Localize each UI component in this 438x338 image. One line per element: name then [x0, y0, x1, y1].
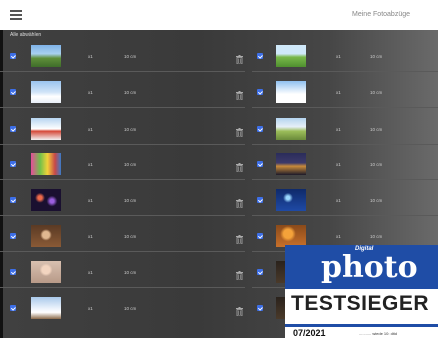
photo-size: 10 cm: [370, 90, 383, 95]
photo-size: 10 cm: [370, 198, 383, 203]
photo-thumbnail[interactable]: [31, 297, 61, 319]
photo-thumbnail[interactable]: [31, 189, 61, 211]
photo-quantity: x1: [336, 234, 341, 239]
photo-size: 10 cm: [124, 306, 137, 311]
photo-thumbnail[interactable]: [31, 153, 61, 175]
row-separator: [252, 107, 438, 108]
badge-issue: 07/2021: [293, 328, 326, 338]
row-separator: [0, 251, 245, 252]
photo-size: 10 cm: [124, 127, 137, 132]
row-separator: [0, 179, 245, 180]
row-checkbox[interactable]: [10, 126, 16, 132]
photo-quantity: x1: [336, 90, 341, 95]
photo-size: 10 cm: [124, 54, 137, 59]
row-checkbox[interactable]: [257, 269, 263, 275]
photo-size: 10 cm: [124, 162, 137, 167]
row-checkbox[interactable]: [10, 269, 16, 275]
trash-icon[interactable]: [236, 303, 243, 317]
badge-headline: TESTSIEGER: [291, 292, 430, 315]
trash-icon[interactable]: [236, 195, 243, 209]
row-checkbox[interactable]: [257, 197, 263, 203]
trash-icon[interactable]: [236, 87, 243, 101]
photo-quantity: x1: [88, 234, 93, 239]
trash-icon[interactable]: [236, 267, 243, 281]
photo-thumbnail[interactable]: [276, 189, 306, 211]
trash-icon[interactable]: [236, 124, 243, 138]
photo-size: 10 cm: [124, 234, 137, 239]
photo-quantity: x1: [88, 270, 93, 275]
photo-thumbnail[interactable]: [31, 225, 61, 247]
trash-icon[interactable]: [236, 51, 243, 65]
page-title: Meine Fotoabzüge: [352, 11, 410, 18]
testsieger-badge: Digital photo TESTSIEGER 07/2021 .......…: [285, 245, 438, 338]
row-checkbox[interactable]: [10, 305, 16, 311]
row-checkbox[interactable]: [10, 197, 16, 203]
row-checkbox[interactable]: [257, 305, 263, 311]
photo-thumbnail[interactable]: [31, 81, 61, 103]
photo-thumbnail[interactable]: [276, 153, 306, 175]
hamburger-menu-icon[interactable]: [10, 10, 22, 20]
row-separator: [0, 144, 245, 145]
photo-thumbnail[interactable]: [31, 261, 61, 283]
photo-size: 10 cm: [370, 54, 383, 59]
row-checkbox[interactable]: [10, 233, 16, 239]
photo-size: 10 cm: [370, 162, 383, 167]
photo-quantity: x1: [88, 162, 93, 167]
photo-size: 10 cm: [124, 270, 137, 275]
row-separator: [0, 107, 245, 108]
row-checkbox[interactable]: [10, 161, 16, 167]
row-separator: [252, 71, 438, 72]
row-separator: [0, 287, 245, 288]
photo-quantity: x1: [88, 306, 93, 311]
badge-brand: photo: [321, 250, 418, 285]
photo-thumbnail[interactable]: [276, 45, 306, 67]
row-checkbox[interactable]: [10, 89, 16, 95]
photo-quantity: x1: [336, 54, 341, 59]
photo-quantity: x1: [336, 162, 341, 167]
top-bar: Meine Fotoabzüge: [0, 0, 438, 30]
photo-quantity: x1: [336, 198, 341, 203]
photo-size: 10 cm: [370, 127, 383, 132]
photo-size: 10 cm: [124, 90, 137, 95]
photo-thumbnail[interactable]: [276, 118, 306, 140]
photo-quantity: x1: [336, 127, 341, 132]
photo-quantity: x1: [88, 198, 93, 203]
deselect-all-button[interactable]: Alle abwählen: [10, 32, 41, 38]
row-checkbox[interactable]: [257, 53, 263, 59]
photo-size: 10 cm: [124, 198, 137, 203]
photo-thumbnail[interactable]: [31, 118, 61, 140]
photo-thumbnail[interactable]: [276, 225, 306, 247]
app-window: Meine Fotoabzüge Alle abwählen x1 10 cm x1…: [0, 0, 438, 338]
row-separator: [252, 179, 438, 180]
left-edge: [0, 30, 3, 338]
row-checkbox[interactable]: [257, 89, 263, 95]
row-checkbox[interactable]: [257, 233, 263, 239]
trash-icon[interactable]: [236, 159, 243, 173]
trash-icon[interactable]: [236, 231, 243, 245]
row-checkbox[interactable]: [10, 53, 16, 59]
row-separator: [0, 71, 245, 72]
row-checkbox[interactable]: [257, 126, 263, 132]
badge-small-text: ........... wiede 10: ditd: [359, 331, 398, 336]
photo-quantity: x1: [88, 54, 93, 59]
photo-thumbnail[interactable]: [276, 81, 306, 103]
row-separator: [252, 215, 438, 216]
photo-quantity: x1: [88, 90, 93, 95]
badge-stripe: [285, 324, 438, 327]
row-separator: [0, 215, 245, 216]
row-separator: [252, 144, 438, 145]
photo-thumbnail[interactable]: [31, 45, 61, 67]
photo-quantity: x1: [88, 127, 93, 132]
photo-size: 10 cm: [370, 234, 383, 239]
row-checkbox[interactable]: [257, 161, 263, 167]
